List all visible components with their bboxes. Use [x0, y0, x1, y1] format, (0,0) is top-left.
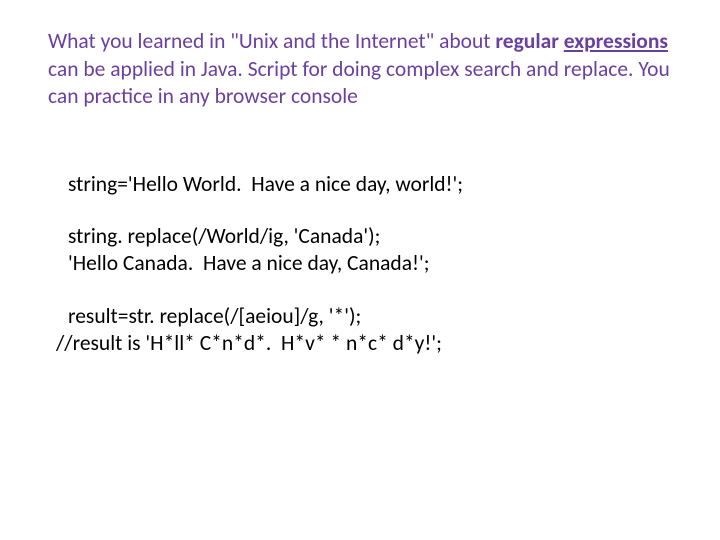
blank-line — [68, 277, 680, 303]
heading-bold-underline: expressions — [564, 28, 668, 54]
code-line-2: string. replace(/World/ig, 'Canada'); — [68, 223, 680, 250]
code-block: string='Hello World. Have a nice day, wo… — [68, 171, 680, 357]
heading-bold-1: regular — [495, 28, 563, 54]
code-line-3: 'Hello Canada. Have a nice day, Canada!'… — [68, 250, 680, 277]
heading-text-2: can be applied in Java. Script for doing… — [48, 56, 670, 110]
code-line-4: result=str. replace(/[aeiou]/g, '*'); — [68, 303, 680, 330]
code-line-5: //result is 'H*ll* C*n*d*. H*v* * n*c* d… — [56, 330, 680, 357]
blank-line — [68, 197, 680, 223]
code-line-1: string='Hello World. Have a nice day, wo… — [68, 171, 680, 198]
slide: What you learned in "Unix and the Intern… — [0, 0, 720, 540]
heading-text-1: What you learned in "Unix and the Intern… — [48, 28, 495, 54]
heading-paragraph: What you learned in "Unix and the Intern… — [48, 28, 680, 111]
